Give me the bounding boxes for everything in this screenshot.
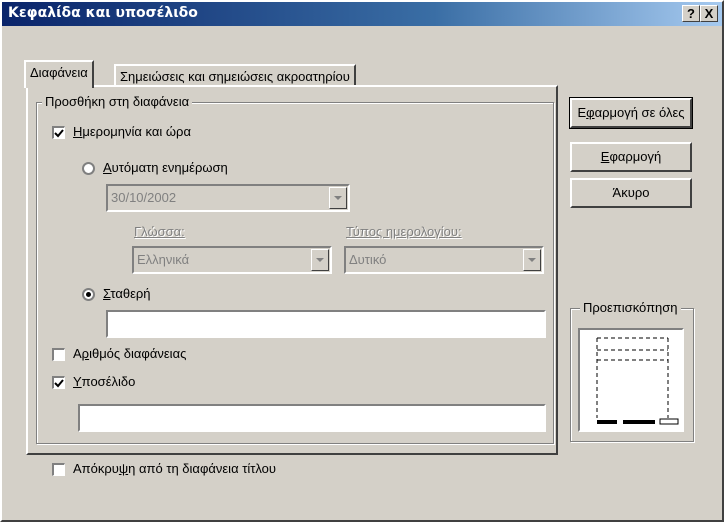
dialog-window: Κεφαλίδα και υποσέλιδο ? X Διαφάνεια Σημ… <box>0 0 724 522</box>
footer-input[interactable] <box>78 404 546 432</box>
fixed-date-input[interactable] <box>106 310 546 338</box>
fixed-label[interactable]: Σταθερή <box>103 286 151 301</box>
chevron-down-icon <box>528 258 536 262</box>
slide-layout-preview-icon <box>596 337 679 425</box>
tab-slide[interactable]: Διαφάνεια <box>24 60 94 88</box>
slide-number-label[interactable]: Αριθμός διαφάνειας <box>73 346 186 361</box>
checkmark-icon <box>54 129 64 138</box>
group-legend: Προσθήκη στη διαφάνεια <box>42 94 193 109</box>
help-button[interactable]: ? <box>682 5 700 22</box>
auto-update-label[interactable]: Αυτόματη ενημέρωση <box>103 160 228 175</box>
title-bar[interactable]: Κεφαλίδα και υποσέλιδο ? X <box>2 2 722 26</box>
footer-label[interactable]: Υποσέλιδο <box>73 374 135 389</box>
dialog-title: Κεφαλίδα και υποσέλιδο <box>8 5 198 21</box>
tab-notes-handouts-label: Σημειώσεις και σημειώσεις ακροατηρίου <box>120 69 350 84</box>
apply-button[interactable]: Εφαρμογή <box>570 142 692 172</box>
close-button[interactable]: X <box>700 5 718 22</box>
chevron-down-icon <box>334 196 342 200</box>
checkmark-icon <box>54 379 64 388</box>
language-value: Ελληνικά <box>137 252 190 267</box>
slide-number-checkbox[interactable] <box>52 348 65 361</box>
language-select[interactable]: Ελληνικά <box>132 246 332 274</box>
datetime-label[interactable]: Ημερομηνία και ώρα <box>73 124 191 139</box>
date-format-dropdown[interactable] <box>329 187 347 209</box>
language-label: Γλώσσα: <box>134 224 185 239</box>
footer-checkbox[interactable] <box>52 376 65 389</box>
auto-update-radio[interactable] <box>82 162 95 175</box>
hide-title-label[interactable]: Απόκρυψη από τη διαφάνεια τίτλου <box>73 461 276 476</box>
cancel-button[interactable]: Άκυρο <box>570 178 692 208</box>
calendar-type-value: Δυτικό <box>349 252 387 267</box>
calendar-type-dropdown[interactable] <box>523 249 541 271</box>
datetime-checkbox[interactable] <box>52 126 65 139</box>
calendar-type-label: Τύπος ημερολογίου: <box>346 224 462 239</box>
tab-notes-handouts[interactable]: Σημειώσεις και σημειώσεις ακροατηρίου <box>114 64 356 86</box>
language-dropdown[interactable] <box>311 249 329 271</box>
tab-slide-label: Διαφάνεια <box>30 65 88 80</box>
date-format-select[interactable]: 30/10/2002 <box>106 184 350 212</box>
date-format-value: 30/10/2002 <box>111 190 177 205</box>
fixed-radio[interactable] <box>82 288 95 301</box>
calendar-type-select[interactable]: Δυτικό <box>344 246 544 274</box>
chevron-down-icon <box>316 258 324 262</box>
apply-to-all-button[interactable]: Εφαρμογή σε όλες <box>569 97 693 129</box>
hide-title-checkbox[interactable] <box>52 463 65 476</box>
preview-thumbnail <box>578 328 684 432</box>
preview-legend: Προεπισκόπηση <box>580 300 681 315</box>
